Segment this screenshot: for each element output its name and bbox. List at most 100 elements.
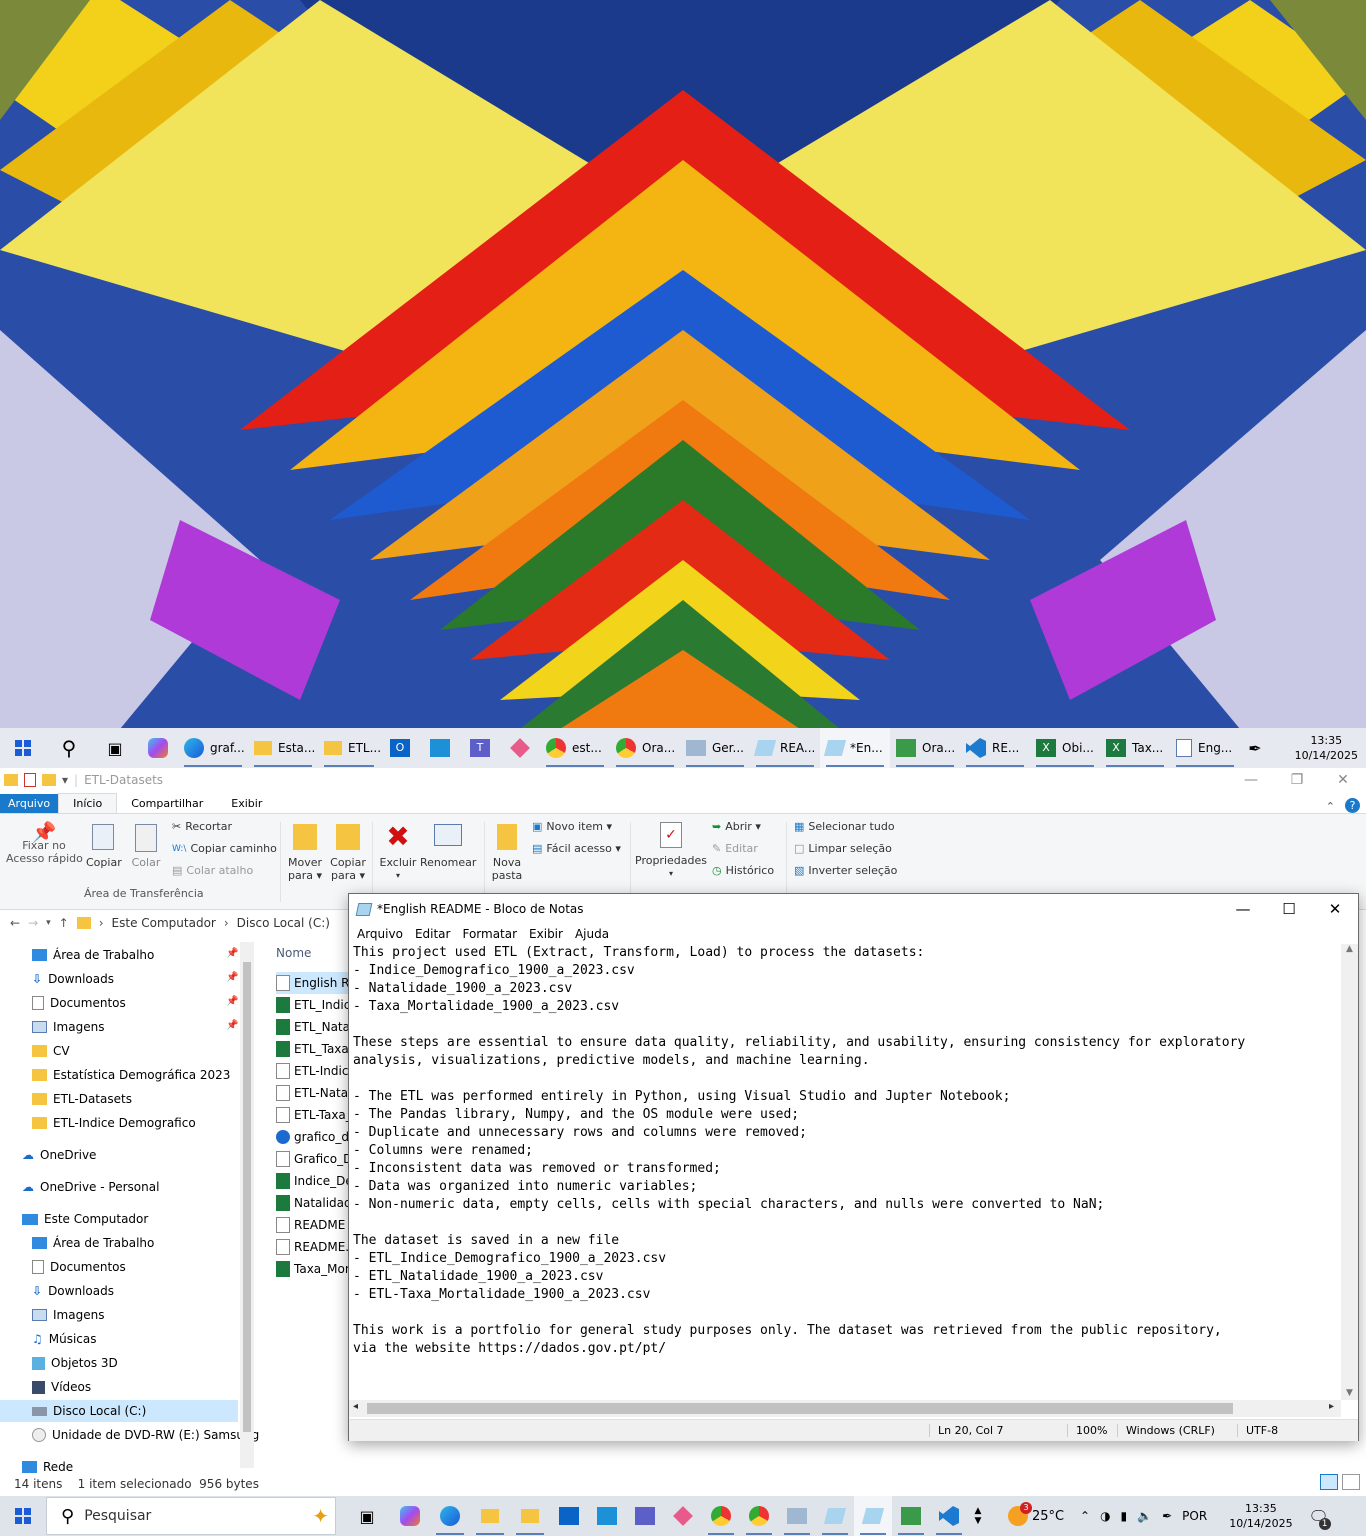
copy-button[interactable]: Copiar	[86, 824, 122, 869]
file-row[interactable]: README.	[276, 1236, 350, 1258]
pen-button[interactable]: ✒	[1240, 728, 1270, 768]
delete-button[interactable]: ✖ Excluir ▾	[378, 822, 418, 882]
vertical-scrollbar[interactable]: ▲ ▼	[1341, 944, 1358, 1400]
scroll-up-icon[interactable]: ▲	[1341, 944, 1358, 954]
back-icon[interactable]: ←	[10, 916, 20, 930]
properties-quick-icon[interactable]	[24, 773, 36, 787]
edge-button[interactable]	[430, 1496, 470, 1536]
nav-item-onedrive-personal[interactable]: ☁ OneDrive - Personal	[22, 1176, 159, 1198]
nav-item[interactable]: Área de Trabalho	[32, 944, 154, 966]
scroll-down-icon[interactable]: ▼	[1341, 1388, 1358, 1398]
taskbar-item[interactable]: Esta...	[248, 728, 318, 768]
pin-quick-access-button[interactable]: 📌 Fixar no Acesso rápido	[6, 822, 83, 865]
open-button[interactable]: ➥ Abrir ▾	[712, 820, 761, 833]
file-row[interactable]: ETL-Natali	[276, 1082, 350, 1104]
chevron-up-icon[interactable]: ⌃	[1080, 1509, 1090, 1523]
nav-item[interactable]: Documentos	[32, 992, 126, 1014]
outlook-button[interactable]: O	[380, 728, 420, 768]
cut-button[interactable]: ✂ Recortar	[172, 820, 232, 833]
quick-access-dropdown[interactable]: ▾	[62, 773, 68, 787]
network-icon[interactable]: ◑	[1100, 1509, 1110, 1523]
move-to-button[interactable]: Mover para ▾	[286, 824, 324, 882]
taskbar-item[interactable]: X Tax...	[1100, 728, 1170, 768]
notepad-button[interactable]	[816, 1496, 854, 1536]
nav-item[interactable]: Vídeos	[32, 1376, 91, 1398]
copy-to-button[interactable]: Copiar para ▾	[328, 824, 368, 882]
file-row[interactable]: ETL-Indice	[276, 1060, 350, 1082]
teams-button[interactable]	[626, 1496, 664, 1536]
nav-item[interactable]: Estatística Demográfica 2023	[32, 1064, 230, 1086]
taskbar-item-active[interactable]: *En...	[820, 728, 890, 768]
clock[interactable]: 13:35 10/14/2025	[1221, 1501, 1300, 1531]
file-row[interactable]: Natalidad	[276, 1192, 350, 1214]
nav-item[interactable]: Área de Trabalho	[32, 1232, 154, 1254]
text-editor[interactable]: This project used ETL (Extract, Transfor…	[353, 944, 1341, 1396]
horizontal-scrollbar[interactable]: ◂ ▸	[349, 1400, 1341, 1417]
new-folder-quick-icon[interactable]	[42, 774, 56, 786]
forward-icon[interactable]: →	[28, 916, 38, 930]
maximize-button[interactable]: ☐	[1266, 900, 1312, 918]
battery-icon[interactable]: ▮	[1121, 1509, 1128, 1523]
nav-item[interactable]: ⇩ Downloads	[32, 968, 114, 990]
nav-scrollbar[interactable]	[240, 942, 254, 1468]
nav-item-this-pc[interactable]: Este Computador	[22, 1208, 148, 1230]
chrome-button[interactable]	[740, 1496, 778, 1536]
nav-item[interactable]: Imagens	[32, 1304, 104, 1326]
notepad-button-active[interactable]	[854, 1496, 892, 1536]
help-icon[interactable]: ?	[1339, 798, 1366, 813]
file-row[interactable]: grafico_di	[276, 1126, 350, 1148]
file-row[interactable]: ETL-Taxa_	[276, 1104, 350, 1126]
file-row[interactable]: ETL_Natali	[276, 1016, 350, 1038]
select-all-button[interactable]: ▦ Selecionar tudo	[794, 820, 895, 833]
language-indicator[interactable]: POR	[1182, 1509, 1207, 1523]
power-automate-button[interactable]	[500, 728, 540, 768]
task-view-button[interactable]: ▣	[92, 728, 138, 768]
taskbar-item[interactable]: X Obi...	[1030, 728, 1100, 768]
media-player-button[interactable]	[892, 1496, 930, 1536]
history-button[interactable]: ◷ Histórico	[712, 864, 774, 877]
properties-button[interactable]: ✓ Propriedades ▾	[634, 822, 708, 880]
breadcrumb-drive[interactable]: Disco Local (C:)	[237, 916, 330, 930]
file-row[interactable]: ETL_Taxa_	[276, 1038, 350, 1060]
close-button[interactable]: ✕	[1320, 772, 1366, 788]
easy-access-button[interactable]: ▤ Fácil acesso ▾	[532, 842, 621, 855]
start-button[interactable]	[0, 728, 46, 768]
power-automate-button[interactable]	[664, 1496, 702, 1536]
file-row[interactable]: Grafico_D	[276, 1148, 350, 1170]
explorer-button[interactable]	[470, 1496, 510, 1536]
nav-item[interactable]: CV	[32, 1040, 70, 1062]
copilot-button[interactable]	[390, 1496, 430, 1536]
volume-icon[interactable]: 🔈	[1137, 1509, 1152, 1523]
clock[interactable]: 13:35 10/14/2025	[1287, 733, 1366, 763]
tab-home[interactable]: Início	[58, 793, 118, 813]
restore-button[interactable]: ❐	[1274, 772, 1320, 788]
file-row[interactable]: Indice_De	[276, 1170, 350, 1192]
notification-center-button[interactable]: 🗨 1	[1301, 1496, 1337, 1536]
weather-widget[interactable]: 3 25°C	[1002, 1496, 1074, 1536]
nav-item[interactable]: Documentos	[32, 1256, 126, 1278]
nav-item-network[interactable]: Rede	[22, 1456, 73, 1478]
close-button[interactable]: ✕	[1312, 900, 1358, 918]
new-item-button[interactable]: ▣ Novo item ▾	[532, 820, 612, 833]
menu-help[interactable]: Ajuda	[569, 924, 615, 944]
nav-item[interactable]: ♫ Músicas	[32, 1328, 97, 1350]
nav-item[interactable]: Objetos 3D	[32, 1352, 118, 1374]
image-viewer-button[interactable]	[778, 1496, 816, 1536]
store-button[interactable]	[420, 728, 460, 768]
menu-edit[interactable]: Editar	[409, 924, 457, 944]
select-none-button[interactable]: □ Limpar seleção	[794, 842, 892, 855]
paste-shortcut-button[interactable]: ▤ Colar atalho	[172, 864, 253, 877]
collapse-ribbon-icon[interactable]: ⌃	[1322, 800, 1339, 813]
taskbar-item[interactable]: graf...	[178, 728, 248, 768]
taskbar-item[interactable]: Ora...	[610, 728, 680, 768]
taskbar-item[interactable]: est...	[540, 728, 610, 768]
file-row[interactable]: ETL_Indice	[276, 994, 350, 1016]
taskbar-item[interactable]: REA...	[750, 728, 820, 768]
new-folder-button[interactable]: Nova pasta	[488, 824, 526, 882]
system-tray[interactable]: ⌃ ◑ ▮ 🔈 ✒ POR	[1074, 1496, 1213, 1536]
copy-path-button[interactable]: W:\ Copiar caminho	[172, 842, 277, 855]
store-button[interactable]	[588, 1496, 626, 1536]
teams-button[interactable]: T	[460, 728, 500, 768]
edit-button[interactable]: ✎ Editar	[712, 842, 758, 855]
nav-item[interactable]: Unidade de DVD-RW (E:) Samsung	[32, 1424, 259, 1446]
